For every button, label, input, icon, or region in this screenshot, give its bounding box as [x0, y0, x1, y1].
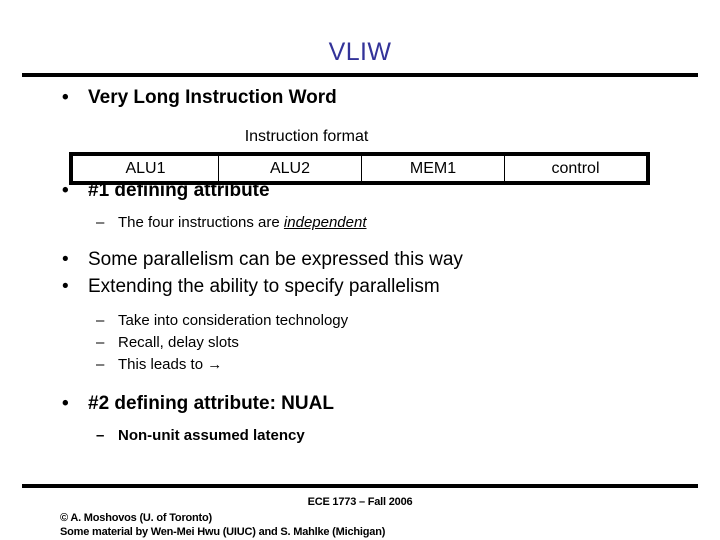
- bullet-very-long-instruction-word: • Very Long Instruction Word: [0, 84, 720, 111]
- subbullet-label: Take into consideration technology: [118, 312, 349, 329]
- bullet-label: Extending the ability to specify paralle…: [88, 276, 440, 297]
- subbullet-four-instructions-independent: – The four instructions are independent: [0, 212, 720, 234]
- subbullet-emphasis: independent: [283, 214, 367, 231]
- subbullet-recall-delay-slots: – Recall, delay slots: [0, 332, 720, 354]
- subbullet-label: Recall, delay slots: [118, 334, 239, 351]
- footer-course: ECE 1773 – Fall 2006: [307, 496, 413, 508]
- dash-bullet-icon: –: [96, 334, 105, 351]
- subbullet-label: This leads to →: [118, 356, 223, 373]
- instruction-format-table: ALU1 ALU2 MEM1 control: [69, 152, 650, 185]
- subbullet-this-leads-to: – This leads to →: [0, 354, 720, 376]
- subbullet-label: Non-unit assumed latency: [118, 427, 305, 444]
- footer-copyright: © A. Moshovos (U. of Toronto): [60, 512, 213, 524]
- footer-credits: Some material by Wen-Mei Hwu (UIUC) and …: [60, 526, 386, 538]
- bullet-label: Very Long Instruction Word: [88, 87, 337, 108]
- format-field-control: control: [551, 159, 600, 177]
- bullet-dot-icon: •: [62, 393, 69, 414]
- bullet-label: Some parallelism can be expressed this w…: [88, 249, 463, 270]
- format-field-mem1: MEM1: [362, 156, 505, 181]
- bullet-label: #2 defining attribute: NUAL: [88, 393, 334, 414]
- format-field-alu2: ALU2: [219, 156, 362, 181]
- bullet-dot-icon: •: [62, 87, 69, 108]
- page-title: VLIW: [328, 38, 392, 66]
- footer-attribution: © A. Moshovos (U. of Toronto) Some mater…: [60, 511, 700, 539]
- bullet-dot-icon: •: [62, 249, 69, 270]
- dash-bullet-icon: –: [96, 312, 105, 329]
- bullet-defining-attribute-2-nual: • #2 defining attribute: NUAL: [0, 390, 720, 417]
- bullet-some-parallelism: • Some parallelism can be expressed this…: [0, 246, 720, 273]
- title-divider-top: [22, 73, 698, 77]
- bullet-dot-icon: •: [62, 180, 69, 201]
- dash-bullet-icon: –: [96, 427, 105, 444]
- bullet-dot-icon: •: [62, 276, 69, 297]
- format-field-alu1: ALU1: [73, 156, 219, 181]
- dash-bullet-icon: –: [96, 356, 105, 373]
- subbullet-take-into-consideration-technology: – Take into consideration technology: [0, 310, 720, 332]
- subbullet-non-unit-assumed-latency: – Non-unit assumed latency: [0, 425, 720, 447]
- instruction-format-caption: Instruction format: [244, 128, 369, 145]
- subbullet-label: The four instructions are: [118, 214, 284, 231]
- footer-divider: [22, 484, 698, 488]
- dash-bullet-icon: –: [96, 214, 105, 231]
- bullet-extending-ability: • Extending the ability to specify paral…: [0, 273, 720, 300]
